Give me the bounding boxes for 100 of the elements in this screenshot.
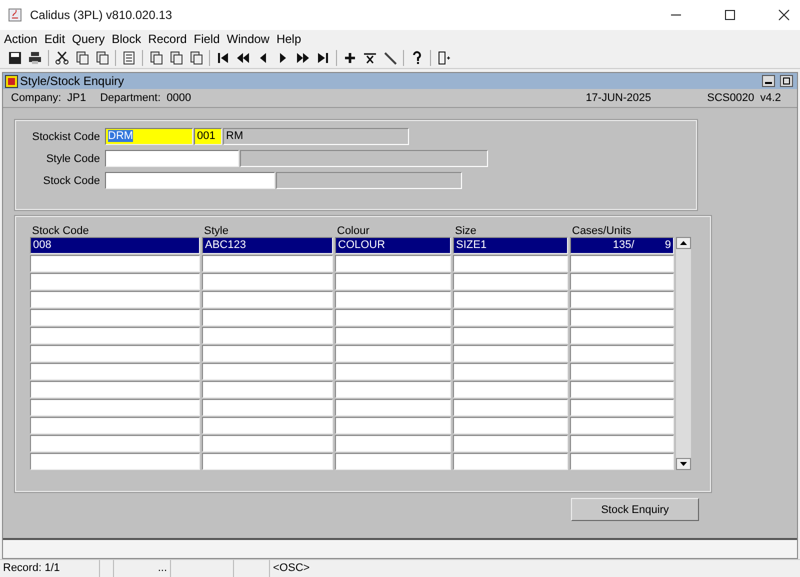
menu-item[interactable]: Query (72, 32, 105, 46)
menu-item[interactable]: Record (148, 32, 187, 46)
table-cell[interactable] (30, 255, 200, 272)
printer-icon[interactable] (28, 51, 42, 65)
table-cell[interactable] (335, 291, 451, 308)
document-icon[interactable] (75, 51, 89, 65)
menu-item[interactable]: Block (112, 32, 142, 46)
table-cell[interactable] (453, 399, 568, 416)
table-cell[interactable] (202, 435, 333, 452)
minimize-button[interactable] (762, 75, 775, 87)
table-cell[interactable] (202, 363, 333, 380)
table-cell[interactable] (570, 309, 674, 326)
table-cell[interactable] (335, 345, 451, 362)
list-icon[interactable] (122, 51, 136, 65)
save-icon[interactable] (8, 51, 22, 65)
table-cell[interactable] (570, 363, 674, 380)
table-cell[interactable] (335, 453, 451, 470)
table-cell[interactable] (453, 417, 568, 434)
document-icon[interactable] (149, 51, 163, 65)
table-cell[interactable]: 008 (30, 237, 200, 254)
stock-enquiry-button[interactable]: Stock Enquiry (571, 498, 699, 521)
table-cell[interactable] (453, 255, 568, 272)
table-cell[interactable] (30, 435, 200, 452)
table-cell[interactable] (202, 417, 333, 434)
table-cell[interactable] (570, 327, 674, 344)
input-field[interactable] (105, 172, 275, 189)
table-cell[interactable] (30, 399, 200, 416)
table-cell[interactable] (335, 327, 451, 344)
menu-item[interactable]: Edit (44, 32, 66, 46)
table-cell[interactable] (453, 291, 568, 308)
table-cell[interactable] (202, 399, 333, 416)
table-cell[interactable] (570, 435, 674, 452)
document-icon[interactable] (169, 51, 183, 65)
menu-item[interactable]: Action (4, 32, 38, 46)
table-cell[interactable] (30, 417, 200, 434)
table-cell[interactable] (453, 273, 568, 290)
table-cell[interactable] (453, 435, 568, 452)
table-cell[interactable] (453, 309, 568, 326)
menu-item[interactable]: Window (226, 32, 270, 46)
scroll-down-icon[interactable] (676, 458, 691, 470)
table-cell[interactable] (202, 327, 333, 344)
table-cell[interactable] (335, 417, 451, 434)
code-field[interactable]: 001 (194, 128, 222, 145)
document-icon[interactable] (189, 51, 203, 65)
close-icon[interactable] (778, 9, 790, 21)
table-cell[interactable] (453, 345, 568, 362)
scroll-up-icon[interactable] (676, 237, 691, 249)
table-cell[interactable] (570, 453, 674, 470)
help-icon[interactable] (410, 51, 424, 65)
double-arrow-icon[interactable] (236, 51, 250, 65)
table-cell[interactable] (453, 381, 568, 398)
scissors-icon[interactable] (55, 51, 69, 65)
skip-icon[interactable] (316, 51, 330, 65)
double-arrow-icon[interactable] (296, 51, 310, 65)
table-cell[interactable] (570, 399, 674, 416)
table-cell[interactable]: 135/ 9 (570, 237, 674, 254)
table-cell[interactable] (570, 417, 674, 434)
maximize-icon[interactable] (724, 9, 736, 21)
stockist-code-field[interactable]: DRM (105, 128, 193, 145)
table-cell[interactable] (335, 273, 451, 290)
table-cell[interactable] (30, 381, 200, 398)
table-cell[interactable] (335, 381, 451, 398)
table-cell[interactable] (570, 273, 674, 290)
table-cell[interactable] (570, 345, 674, 362)
table-cell[interactable] (202, 309, 333, 326)
table-cell[interactable] (202, 381, 333, 398)
table-cell[interactable] (453, 363, 568, 380)
table-cell[interactable]: COLOUR (335, 237, 451, 254)
table-cell[interactable] (30, 273, 200, 290)
table-cell[interactable] (30, 453, 200, 470)
door-icon[interactable] (437, 51, 451, 65)
menu-item[interactable]: Field (194, 32, 220, 46)
table-cell[interactable] (335, 435, 451, 452)
table-cell[interactable] (453, 453, 568, 470)
table-cell[interactable] (202, 291, 333, 308)
table-cell[interactable] (202, 345, 333, 362)
table-cell[interactable] (202, 273, 333, 290)
table-cell[interactable] (30, 309, 200, 326)
maximize-button[interactable] (780, 75, 793, 87)
document-icon[interactable] (95, 51, 109, 65)
table-cell[interactable] (202, 255, 333, 272)
table-cell[interactable] (335, 309, 451, 326)
table-cell[interactable] (30, 291, 200, 308)
menu-item[interactable]: Help (276, 32, 302, 46)
table-cell[interactable] (570, 381, 674, 398)
table-cell[interactable]: ABC123 (202, 237, 333, 254)
skip-icon[interactable] (216, 51, 230, 65)
table-cell[interactable] (335, 255, 451, 272)
table-cell[interactable] (30, 363, 200, 380)
table-cell[interactable] (30, 327, 200, 344)
table-cell[interactable] (335, 399, 451, 416)
plus-icon[interactable] (343, 51, 357, 65)
scrollbar[interactable] (676, 237, 691, 470)
table-cell[interactable] (30, 345, 200, 362)
input-field[interactable] (105, 150, 239, 167)
table-cell[interactable] (570, 255, 674, 272)
table-cell[interactable]: SIZE1 (453, 237, 568, 254)
table-cell[interactable] (570, 291, 674, 308)
table-cell[interactable] (202, 453, 333, 470)
table-cell[interactable] (335, 363, 451, 380)
